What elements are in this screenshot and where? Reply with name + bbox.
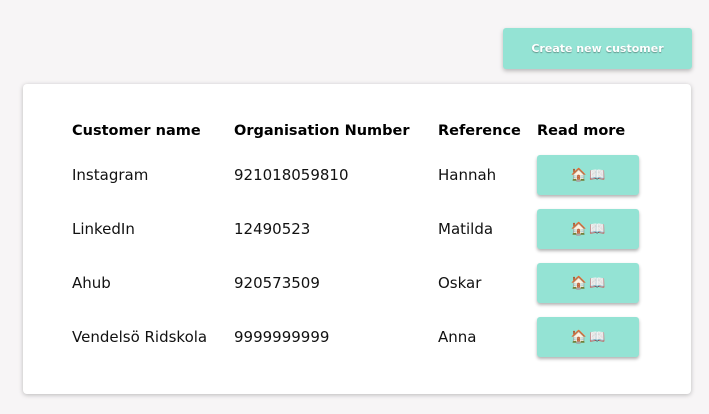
open-book-icon: 📖 bbox=[589, 329, 606, 345]
organisation-number-cell: 9999999999 bbox=[234, 328, 330, 346]
customer-table-card: Customer name Organisation Number Refere… bbox=[23, 84, 691, 394]
header-customer-name: Customer name bbox=[72, 123, 201, 139]
customer-name-cell: LinkedIn bbox=[72, 220, 135, 238]
organisation-number-cell: 12490523 bbox=[234, 220, 311, 238]
organisation-number-cell: 921018059810 bbox=[234, 166, 349, 184]
read-more-cell: 🏠 📖 bbox=[537, 202, 647, 256]
reference-cell: Anna bbox=[438, 328, 477, 346]
house-icon: 🏠 bbox=[570, 329, 587, 345]
customer-table: Customer name Organisation Number Refere… bbox=[72, 114, 647, 364]
header-reference: Reference bbox=[438, 123, 521, 139]
read-more-cell: 🏠 📖 bbox=[537, 310, 647, 364]
open-book-icon: 📖 bbox=[589, 221, 606, 237]
table-row: Instagram 921018059810 Hannah 🏠 📖 bbox=[72, 148, 647, 202]
house-icon: 🏠 bbox=[570, 221, 587, 237]
read-more-button[interactable]: 🏠 📖 bbox=[537, 317, 639, 357]
header-organisation-number: Organisation Number bbox=[234, 123, 410, 139]
open-book-icon: 📖 bbox=[589, 275, 606, 291]
table-row: Ahub 920573509 Oskar 🏠 📖 bbox=[72, 256, 647, 310]
read-more-button[interactable]: 🏠 📖 bbox=[537, 155, 639, 195]
reference-cell: Hannah bbox=[438, 166, 497, 184]
read-more-button[interactable]: 🏠 📖 bbox=[537, 263, 639, 303]
create-new-customer-button[interactable]: Create new customer bbox=[503, 28, 692, 69]
read-more-cell: 🏠 📖 bbox=[537, 148, 647, 202]
read-more-cell: 🏠 📖 bbox=[537, 256, 647, 310]
customer-name-cell: Ahub bbox=[72, 274, 111, 292]
house-icon: 🏠 bbox=[570, 275, 587, 291]
table-row: Vendelsö Ridskola 9999999999 Anna 🏠 📖 bbox=[72, 310, 647, 364]
open-book-icon: 📖 bbox=[589, 167, 606, 183]
table-header-row: Customer name Organisation Number Refere… bbox=[72, 114, 647, 148]
reference-cell: Matilda bbox=[438, 220, 494, 238]
organisation-number-cell: 920573509 bbox=[234, 274, 320, 292]
customer-name-cell: Vendelsö Ridskola bbox=[72, 328, 208, 346]
customer-name-cell: Instagram bbox=[72, 166, 149, 184]
house-icon: 🏠 bbox=[570, 167, 587, 183]
table-row: LinkedIn 12490523 Matilda 🏠 📖 bbox=[72, 202, 647, 256]
header-read-more: Read more bbox=[537, 123, 626, 139]
reference-cell: Oskar bbox=[438, 274, 482, 292]
read-more-button[interactable]: 🏠 📖 bbox=[537, 209, 639, 249]
